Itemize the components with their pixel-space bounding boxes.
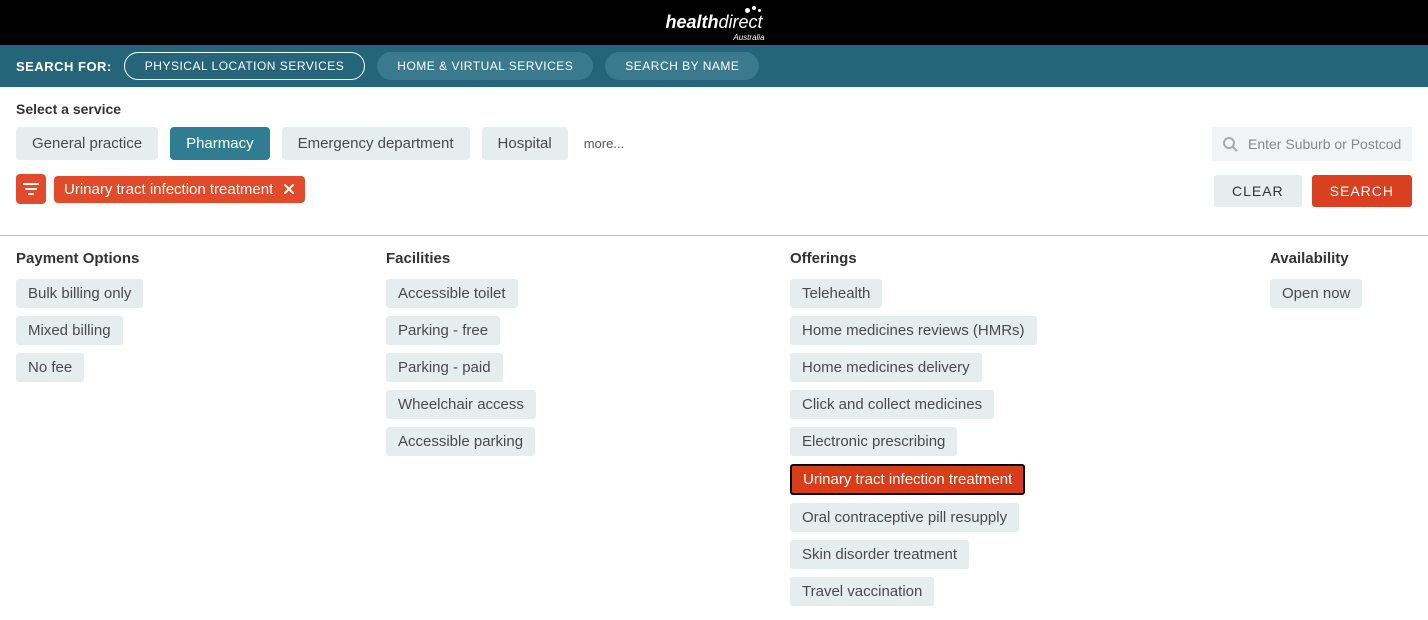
filter-chip-offerings[interactable]: Electronic prescribing	[790, 427, 957, 456]
service-chip[interactable]: Emergency department	[282, 127, 470, 160]
applied-filter-chip: Urinary tract infection treatment	[54, 176, 305, 203]
search-for-label: SEARCH FOR:	[16, 59, 112, 74]
filter-chip-facilities[interactable]: Accessible parking	[386, 427, 535, 456]
filter-chip-facilities[interactable]: Accessible toilet	[386, 279, 518, 308]
filter-heading-payment: Payment Options	[16, 250, 366, 267]
logo-text-region: Australia	[733, 33, 764, 42]
filter-col-availability: Availability Open now	[1270, 250, 1412, 606]
filters-grid: Payment Options Bulk billing only Mixed b…	[0, 236, 1428, 620]
logo-dots-icon	[745, 6, 761, 13]
filter-chip-offerings[interactable]: Click and collect medicines	[790, 390, 994, 419]
search-icon	[1222, 136, 1238, 152]
filter-toggle-button[interactable]	[16, 174, 46, 204]
logo-text-health: health	[665, 12, 718, 32]
service-row: General practice Pharmacy Emergency depart…	[16, 127, 624, 160]
applied-filter-row: Urinary tract infection treatment	[16, 174, 624, 204]
search-tab[interactable]: PHYSICAL LOCATION SERVICES	[124, 52, 366, 80]
content-area: Select a service General practice Pharmac…	[0, 87, 1428, 221]
filter-chip-offerings[interactable]: Skin disorder treatment	[790, 540, 969, 569]
logo-text-direct: direct	[719, 12, 763, 32]
filter-chip-payment[interactable]: Bulk billing only	[16, 279, 143, 308]
filter-col-offerings: Offerings Telehealth Home medicines revie…	[790, 250, 1250, 606]
filter-col-payment: Payment Options Bulk billing only Mixed b…	[16, 250, 366, 606]
filter-heading-offerings: Offerings	[790, 250, 1250, 267]
suburb-input-wrap	[1212, 127, 1412, 161]
filter-lines-icon	[23, 182, 39, 196]
filter-chip-payment[interactable]: Mixed billing	[16, 316, 123, 345]
service-chip[interactable]: General practice	[16, 127, 158, 160]
search-type-bar: SEARCH FOR: PHYSICAL LOCATION SERVICES HO…	[0, 45, 1428, 87]
filter-chip-payment[interactable]: No fee	[16, 353, 84, 382]
filter-chip-offerings[interactable]: Home medicines delivery	[790, 353, 982, 382]
filter-chip-offerings[interactable]: Travel vaccination	[790, 577, 934, 606]
search-button[interactable]: SEARCH	[1312, 175, 1412, 207]
filter-chip-offerings[interactable]: Urinary tract infection treatment	[790, 464, 1025, 495]
filter-chip-availability[interactable]: Open now	[1270, 279, 1362, 308]
remove-filter-icon[interactable]	[283, 183, 295, 195]
filter-col-facilities: Facilities Accessible toilet Parking - fr…	[386, 250, 770, 606]
clear-button[interactable]: CLEAR	[1214, 175, 1302, 207]
filter-chip-facilities[interactable]: Parking - free	[386, 316, 500, 345]
filter-chip-offerings[interactable]: Telehealth	[790, 279, 882, 308]
filter-chip-facilities[interactable]: Wheelchair access	[386, 390, 536, 419]
select-service-label: Select a service	[16, 101, 1412, 117]
filter-heading-facilities: Facilities	[386, 250, 770, 267]
top-row: General practice Pharmacy Emergency depart…	[16, 127, 1412, 207]
filter-chip-offerings[interactable]: Home medicines reviews (HMRs)	[790, 316, 1037, 345]
action-row: CLEAR SEARCH	[1214, 175, 1412, 207]
logo: healthdirect Australia	[665, 12, 762, 33]
top-header: healthdirect Australia	[0, 0, 1428, 45]
more-services-link[interactable]: more...	[580, 136, 624, 151]
service-chip[interactable]: Hospital	[482, 127, 568, 160]
search-tab[interactable]: HOME & VIRTUAL SERVICES	[377, 52, 593, 80]
filter-chip-facilities[interactable]: Parking - paid	[386, 353, 503, 382]
service-chip[interactable]: Pharmacy	[170, 127, 270, 160]
filter-heading-availability: Availability	[1270, 250, 1412, 267]
applied-filter-label: Urinary tract infection treatment	[64, 181, 273, 198]
suburb-input[interactable]	[1212, 127, 1412, 161]
search-tab[interactable]: SEARCH BY NAME	[605, 52, 759, 80]
filter-chip-offerings[interactable]: Oral contraceptive pill resupply	[790, 503, 1019, 532]
right-controls: CLEAR SEARCH	[1212, 127, 1412, 207]
search-tabs-container: PHYSICAL LOCATION SERVICES HOME & VIRTUAL…	[124, 52, 760, 80]
